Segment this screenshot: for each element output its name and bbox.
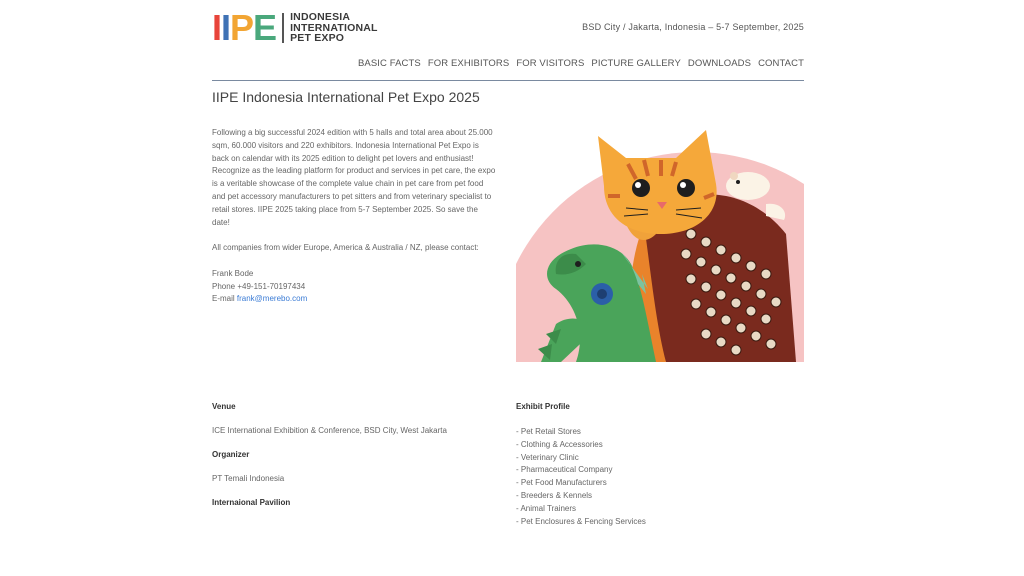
pets-illustration <box>516 130 804 362</box>
cat-eye-left <box>632 179 650 197</box>
list-item: - Veterinary Clinic <box>516 452 579 462</box>
nav-contact[interactable]: CONTACT <box>758 58 804 69</box>
list-item: - Pet Food Manufacturers <box>516 478 607 488</box>
list-item: - Animal Trainers <box>516 503 577 513</box>
page-title: IIPE Indonesia International Pet Expo 20… <box>212 89 480 105</box>
contact-block: All companies from wider Europe, America… <box>212 242 512 306</box>
exhibit-profile-section: Exhibit Profile - Pet Retail Stores - Cl… <box>516 402 804 528</box>
organizer-heading: Organizer <box>212 450 250 459</box>
hero-illustration <box>516 124 804 362</box>
logo-letter-2: I <box>221 7 231 48</box>
list-item: - Pet Retail Stores <box>516 427 581 436</box>
profile-list: - Pet Retail Stores - Clothing & Accesso… <box>516 426 804 528</box>
logo-wordmark: INDONESIA INTERNATIONAL PET EXPO <box>290 12 378 44</box>
nav-picture-gallery[interactable]: PICTURE GALLERY <box>591 58 681 69</box>
profile-heading: Exhibit Profile <box>516 402 570 411</box>
contact-name: Frank Bode <box>212 268 254 278</box>
logo-letter-3: P <box>230 7 254 48</box>
nav-for-visitors[interactable]: FOR VISITORS <box>516 58 584 69</box>
nav-basic-facts[interactable]: BASIC FACTS <box>358 58 421 69</box>
pavilion-heading: Internaional Pavilion <box>212 498 291 507</box>
venue-text: ICE International Exhibition & Conferenc… <box>212 426 447 435</box>
contact-email-link[interactable]: frank@merebo.com <box>237 294 307 303</box>
nav-for-exhibitors[interactable]: FOR EXHIBITORS <box>428 58 509 69</box>
main-nav: BASIC FACTS FOR EXHIBITORS FOR VISITORS … <box>358 58 804 69</box>
logo-divider <box>282 13 285 43</box>
contact-phone: Phone +49-151-70197434 <box>212 281 306 291</box>
list-item: - Pharmaceutical Company <box>516 465 613 475</box>
header-divider <box>212 80 804 81</box>
list-item: - Breeders & Kennels <box>516 490 593 500</box>
cat-eye-right <box>677 179 695 197</box>
venue-heading: Venue <box>212 402 236 411</box>
list-item: - Pet Enclosures & Fencing Services <box>516 516 646 526</box>
event-info: BSD City / Jakarta, Indonesia – 5-7 Sept… <box>582 22 804 32</box>
organizer-text: PT Temali Indonesia <box>212 474 285 483</box>
logo-letter-4: E <box>253 7 277 48</box>
logo-line-3: PET EXPO <box>290 32 345 45</box>
nav-downloads[interactable]: DOWNLOADS <box>688 58 751 69</box>
contact-intro: All companies from wider Europe, America… <box>212 243 479 252</box>
venue-section: Venue ICE International Exhibition & Con… <box>212 402 502 507</box>
iguana-eye <box>575 261 581 267</box>
contact-email-row: E-mail frank@merebo.com <box>212 293 512 306</box>
site-logo[interactable]: I I P E INDONESIA INTERNATIONAL PET EXPO <box>212 7 378 48</box>
logo-letter-1: I <box>212 7 222 48</box>
logo-letters: I I P E <box>212 7 277 48</box>
list-item: - Clothing & Accessories <box>516 439 603 449</box>
intro-text: Following a big successful 2024 edition … <box>212 128 496 227</box>
contact-email-label: E-mail <box>212 294 237 304</box>
